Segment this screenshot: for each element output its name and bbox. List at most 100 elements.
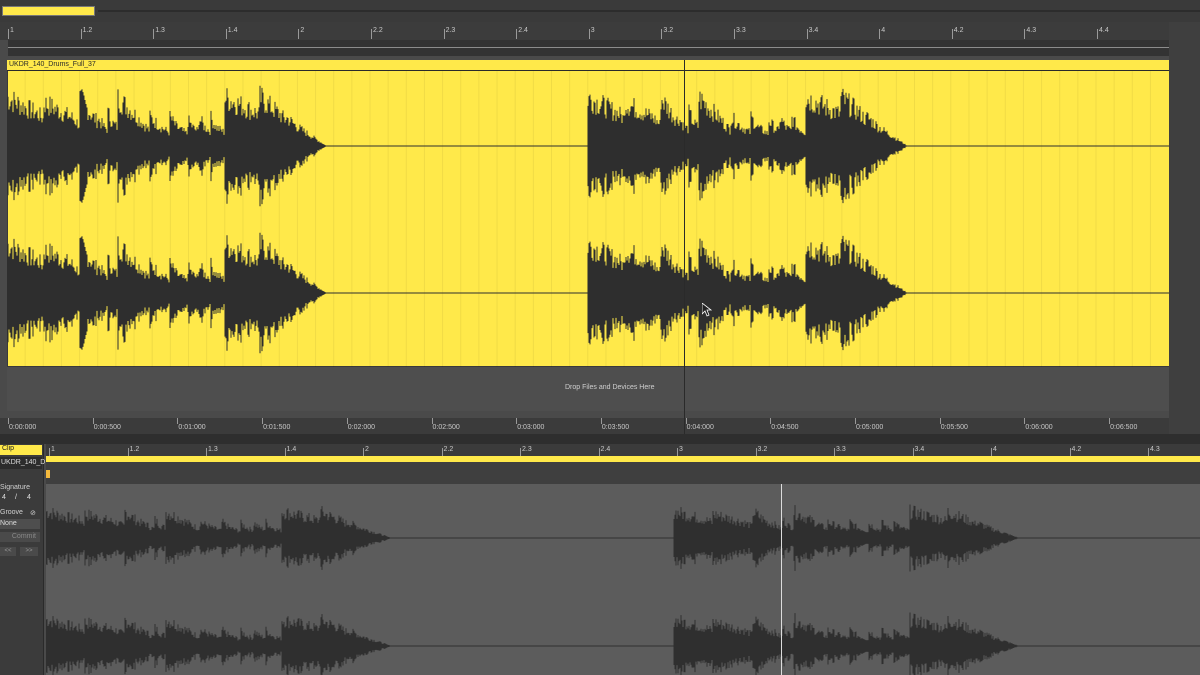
overview-track: [98, 10, 1200, 12]
clip-start-marker[interactable]: [46, 470, 50, 478]
time-ruler-label: 0:00:500: [93, 424, 121, 431]
time-ruler-label: 0:06:500: [1110, 424, 1138, 431]
clip-ruler-tick: [834, 448, 835, 456]
clip-waveform: [46, 504, 1200, 675]
drop-hint-text: Drop Files and Devices Here: [565, 384, 655, 391]
beat-ruler-label: 2.3: [445, 27, 456, 34]
clip-ruler-tick: [1069, 448, 1071, 456]
beat-ruler-label: 3: [590, 27, 595, 34]
clip-marker-lane[interactable]: [46, 462, 1200, 484]
clip-name-label: UKDR_140_Drums_Full_37: [9, 61, 96, 68]
time-ruler-label: 0:02:000: [347, 424, 376, 431]
time-ruler-label: 0:05:500: [940, 424, 968, 431]
time-ruler[interactable]: 0:00:000 0:00:500 0:01:000 0:01:500 0:02:000…: [0, 418, 1200, 434]
beat-ruler-tick: [8, 29, 9, 39]
groove-select[interactable]: None: [0, 519, 40, 529]
time-ruler-label: 0:04:000: [686, 424, 714, 431]
clip-ruler-label: 2.2: [443, 446, 454, 453]
beat-ruler-tick: [225, 29, 227, 39]
beat-ruler-label: 4: [881, 27, 886, 34]
clip-ruler-label: 3.3: [836, 446, 846, 453]
clip-ruler-tick: [363, 448, 364, 456]
clip-ruler-label: 3: [679, 446, 683, 453]
clip-ruler-label: 4.2: [1071, 446, 1082, 453]
beat-ruler-label: 1.3: [155, 27, 165, 34]
time-ruler-label: 0:00:000: [9, 424, 37, 431]
clip-ruler-label: 2.4: [600, 446, 611, 453]
clip-ruler-tick: [520, 448, 521, 456]
mouse-cursor-icon: [702, 303, 712, 317]
clip-ruler-tick: [1148, 448, 1149, 456]
right-edge-panel: [1169, 22, 1200, 434]
clip-ruler-tick: [677, 448, 678, 456]
clip-beat-ruler[interactable]: 1 1.2 1.3 1.4 2 2.2 2.3 2.4 3 3.2 3.3 3.4 4 4.2 4.3: [46, 444, 1200, 456]
clip-ruler-tick: [206, 448, 207, 456]
clip-name-field[interactable]: UKDR_140_D: [0, 457, 45, 469]
clip-ruler-tick: [755, 448, 757, 456]
beat-ruler-tick: [806, 29, 808, 39]
clip-ruler-label: 1.3: [208, 446, 218, 453]
clip-ruler-label: 1.4: [286, 446, 297, 453]
beat-ruler-label: 1: [10, 27, 14, 34]
loop-brace[interactable]: [8, 47, 1170, 48]
beat-ruler-label: 4.4: [1099, 27, 1109, 34]
beat-ruler-tick: [80, 29, 82, 39]
clip-ruler-label: 3.4: [914, 446, 925, 453]
beat-ruler-label: 2: [300, 27, 305, 34]
beat-ruler-tick: [588, 29, 590, 39]
clip-ruler-label: 2: [365, 446, 369, 453]
clip-playhead-line: [781, 484, 782, 675]
clip-ruler-tick: [284, 448, 286, 456]
beat-ruler-label: 2.4: [518, 27, 528, 34]
time-ruler-label: 0:01:500: [263, 424, 291, 431]
nudge-left-button[interactable]: <<: [0, 547, 16, 556]
clip-properties-panel: [0, 444, 44, 675]
beat-ruler-tick: [879, 29, 881, 39]
overview-zoom-bar[interactable]: [2, 6, 95, 16]
beat-ruler-tick: [951, 29, 953, 39]
clip-ruler-label: 1.2: [129, 446, 140, 453]
beat-ruler-tick: [443, 29, 445, 39]
beat-ruler-tick: [1097, 29, 1098, 39]
time-ruler-label: 0:06:000: [1025, 424, 1053, 431]
beat-ruler-tick: [734, 29, 735, 39]
nudge-right-button[interactable]: >>: [20, 547, 38, 556]
beat-ruler-tick: [1024, 29, 1026, 39]
signature-label: Signature: [0, 484, 30, 491]
signature-slash: /: [15, 494, 17, 501]
beat-ruler-label: 4.2: [953, 27, 964, 34]
time-ruler-label: 0:02:500: [432, 424, 460, 431]
clip-ruler-label: 4.3: [1150, 446, 1160, 453]
clip-header[interactable]: [7, 60, 1170, 71]
time-ruler-label: 0:05:000: [856, 424, 884, 431]
clip-ruler-tick: [127, 448, 129, 456]
time-ruler-label: 0:04:500: [771, 424, 799, 431]
beat-ruler-tick: [516, 29, 518, 39]
loop-brace-area[interactable]: [8, 40, 1170, 56]
groove-label: Groove: [0, 509, 23, 516]
clip-ruler-label: 2.3: [522, 446, 532, 453]
clip-ruler-tick: [912, 448, 914, 456]
commit-button[interactable]: Commit: [0, 532, 40, 542]
clip-ruler-label: 4: [993, 446, 997, 453]
beat-ruler[interactable]: 1 1.2 1.3 1.4 2 2.2 2.3 2.4 3 3.2 3.3 3.4 4 4.2 4.3 4.4…: [0, 22, 1200, 40]
beat-ruler-tick: [153, 29, 155, 39]
signature-denominator[interactable]: 4: [27, 494, 31, 501]
beat-ruler-label: 1.4: [227, 27, 238, 34]
groove-pool-icon[interactable]: ⊘: [30, 509, 36, 517]
panel-divider[interactable]: [0, 434, 1200, 444]
clip-ruler-label: 1: [51, 446, 55, 453]
clip-ruler-tick: [441, 448, 443, 456]
beat-ruler-label: 3.3: [736, 27, 746, 34]
arrangement-waveform: [7, 71, 1169, 367]
beat-ruler-tick: [661, 29, 663, 39]
beat-ruler-label: 4.3: [1026, 27, 1037, 34]
clip-ruler-tick: [598, 448, 600, 456]
time-ruler-label: 0:01:000: [178, 424, 206, 431]
beat-ruler-tick: [298, 29, 300, 39]
clip-ruler-label: 3.2: [757, 446, 768, 453]
beat-ruler-label: 3.4: [808, 27, 819, 34]
signature-numerator[interactable]: 4: [2, 494, 6, 501]
beat-ruler-label: 2.2: [373, 27, 383, 34]
time-ruler-label: 0:03:500: [601, 424, 630, 431]
